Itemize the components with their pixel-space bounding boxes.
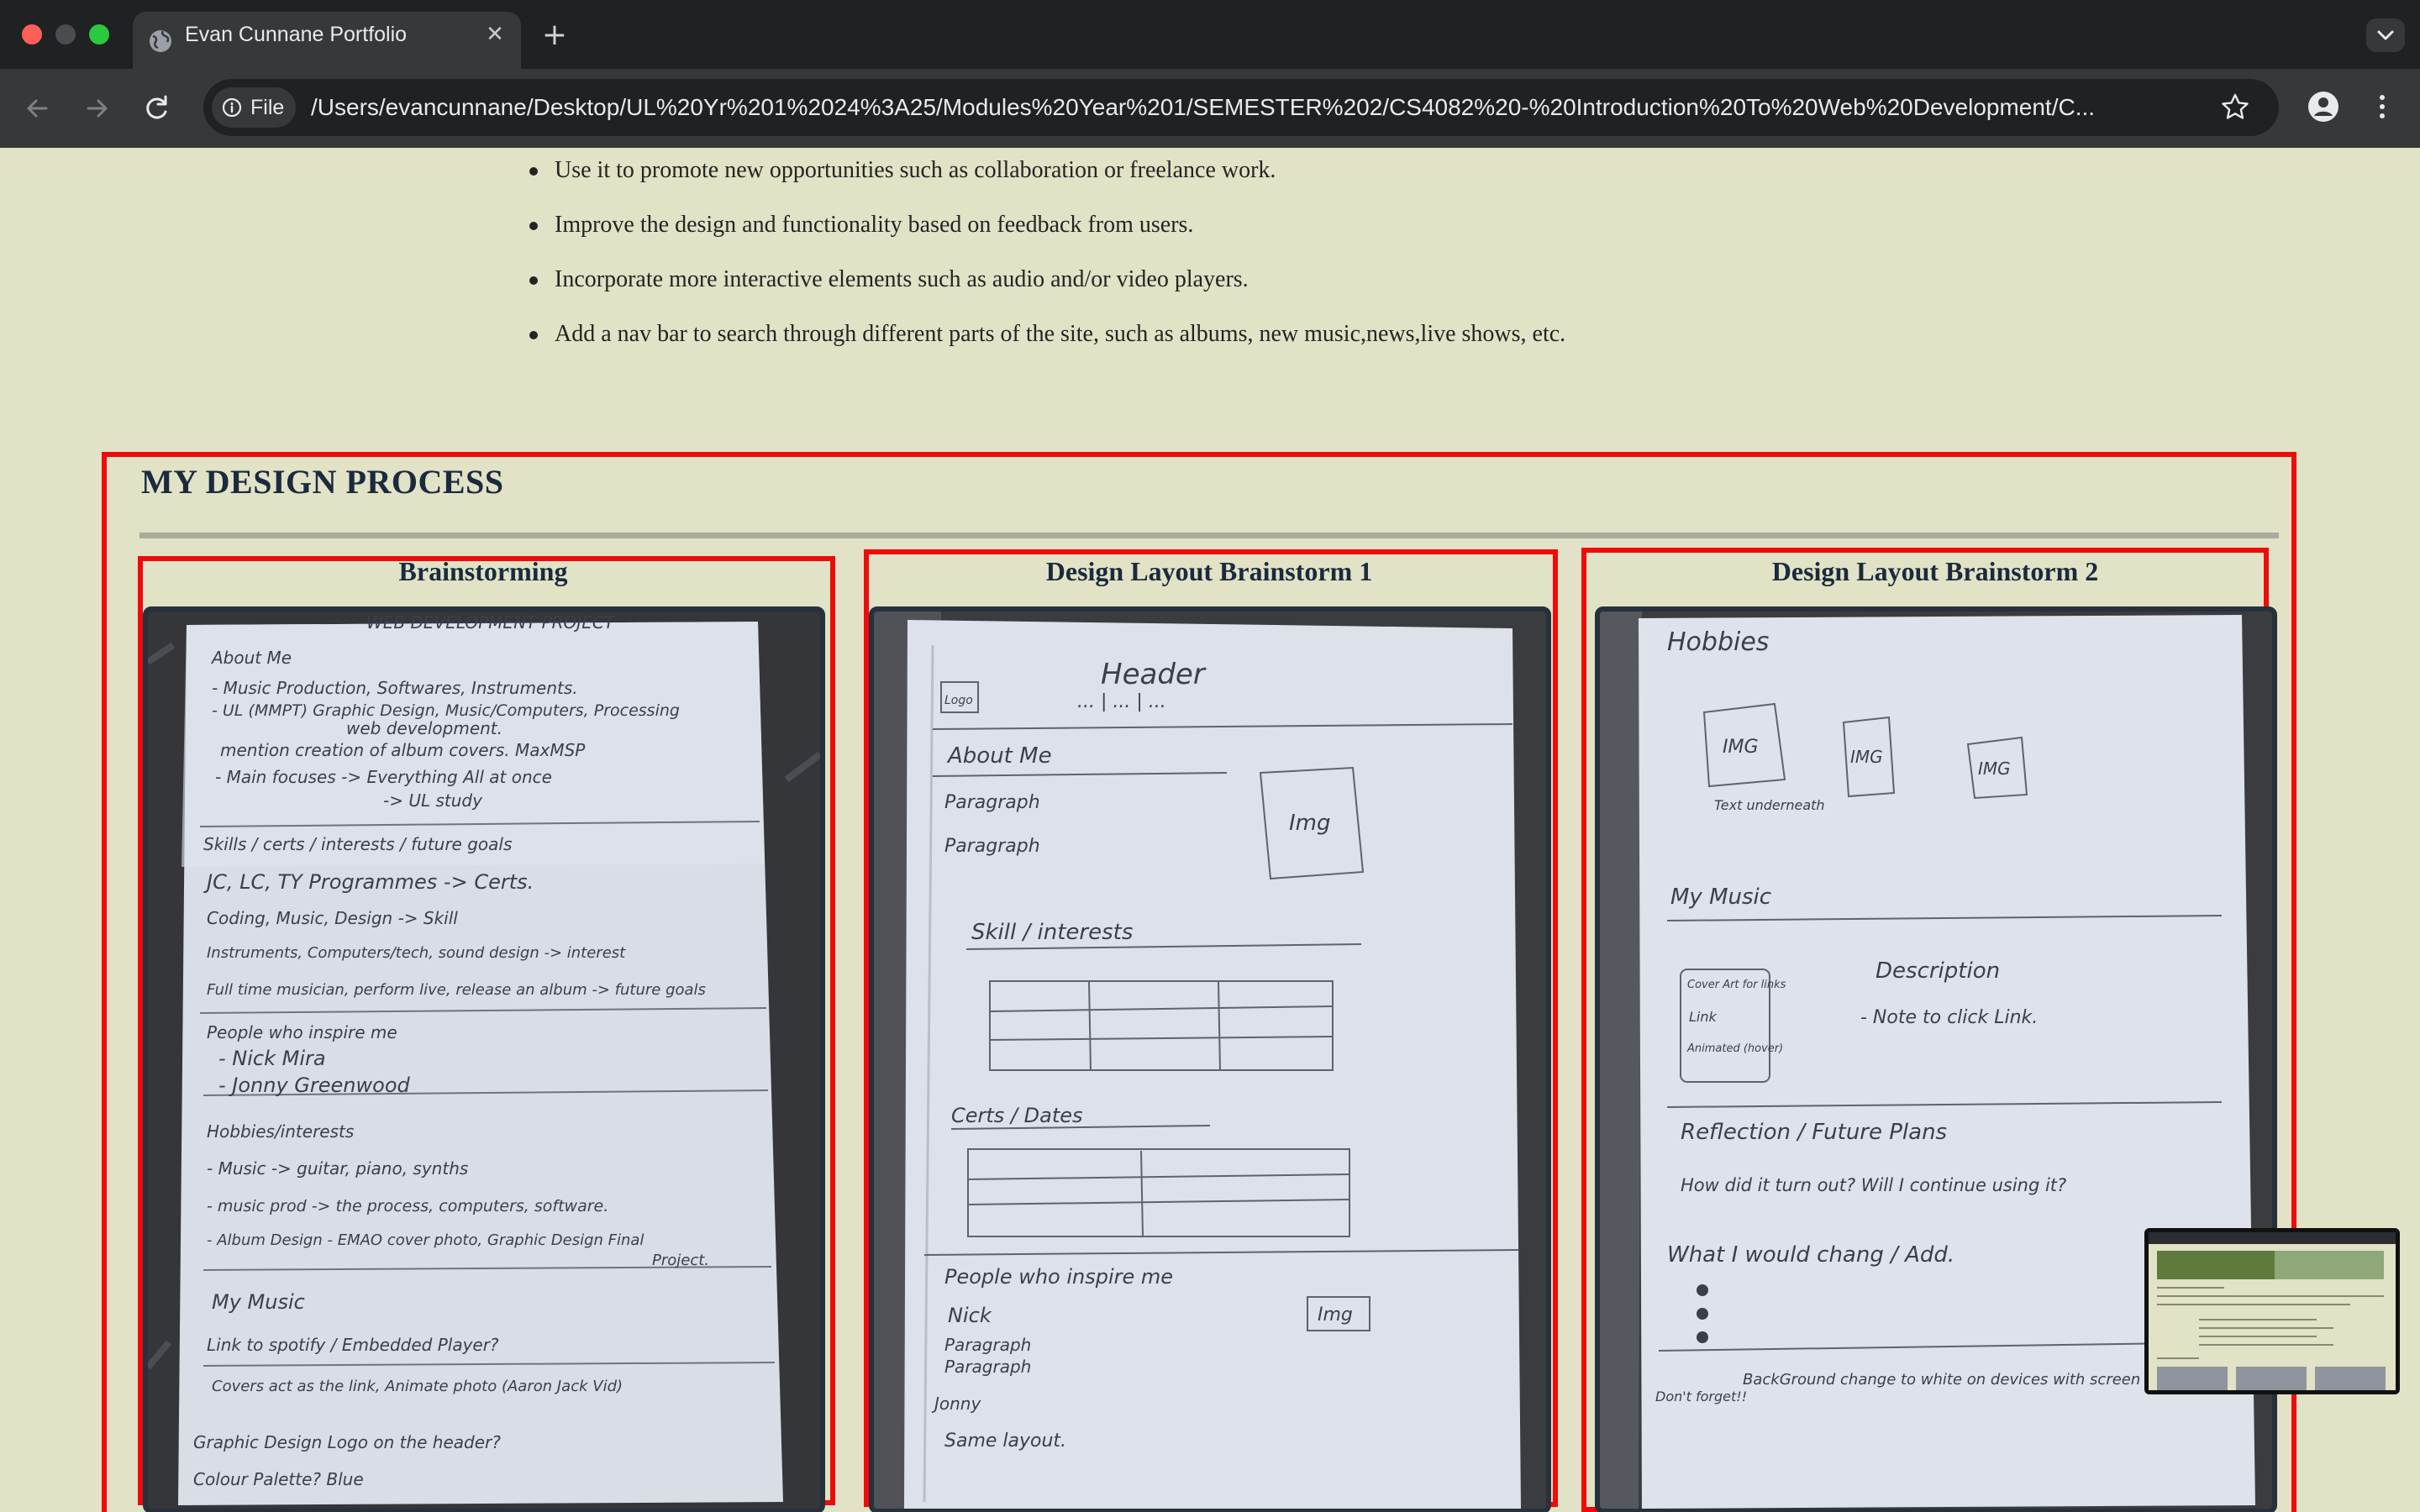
sketch-text: - music prod -> the process, computers, …: [207, 1197, 608, 1215]
sketch-text: People who inspire me: [944, 1265, 1173, 1289]
sketch-text: - Album Design - EMAO cover photo, Graph…: [207, 1231, 644, 1249]
card-title-layout-1: Design Layout Brainstorm 1: [1045, 556, 1373, 586]
url-text[interactable]: /Users/evancunnane/Desktop/UL%20Yr%201%2…: [311, 79, 2118, 136]
sketch-text: - Note to click Link.: [1860, 1007, 2038, 1028]
sketch-text: Paragraph: [944, 836, 1040, 857]
future-plans-list: Use it to promote new opportunities such…: [526, 148, 1565, 366]
sketch-text: Colour Palette? Blue: [193, 1469, 364, 1489]
sketch-text: My Music: [1670, 885, 1771, 910]
sketch-text: People who inspire me: [207, 1022, 397, 1042]
card-title-brainstorming: Brainstorming: [398, 556, 568, 586]
card-title-layout-2: Design Layout Brainstorm 2: [1771, 556, 2099, 586]
sketch-text: IMG: [1850, 747, 1883, 767]
sketch-text: About Me: [210, 648, 292, 668]
sketch-text: What I would chang / Add.: [1667, 1242, 1954, 1268]
sketch-text: Don't forget!!: [1655, 1389, 1747, 1404]
reload-icon[interactable]: [138, 89, 176, 128]
sketch-text: Animated (hover): [1686, 1042, 1783, 1055]
sketch-text: ... | ... | ...: [1077, 691, 1166, 712]
sketch-text: Text underneath: [1714, 797, 1825, 813]
sketch-text: Paragraph: [944, 792, 1040, 813]
sketch-text: JC, LC, TY Programmes -> Certs.: [203, 870, 534, 894]
sketch-text: mention creation of album covers. MaxMSP: [220, 740, 586, 760]
list-item: Incorporate more interactive elements su…: [526, 257, 1565, 312]
sketch-text: - Music Production, Softwares, Instrumen…: [212, 678, 578, 698]
sketch-text: web development.: [346, 718, 502, 738]
info-icon: [222, 97, 242, 118]
globe-icon: [150, 30, 171, 52]
close-window-button[interactable]: [22, 24, 42, 45]
star-icon[interactable]: [2218, 91, 2252, 124]
sketch-text: IMG: [1723, 737, 1759, 758]
site-info-chip[interactable]: File: [212, 87, 296, 128]
screenshot-thumbnail[interactable]: [2144, 1228, 2400, 1394]
thumbnail-preview-image: [2149, 1232, 2396, 1390]
chevron-down-icon: [2377, 30, 2394, 40]
brainstorming-sketch-image: WEB DEVELOPMENT PROJECT About Me - Music…: [143, 606, 825, 1512]
sketch-text: Link to spotify / Embedded Player?: [207, 1335, 499, 1355]
sketch-text: Graphic Design Logo on the header?: [193, 1432, 501, 1452]
sketch-text: Logo: [944, 694, 973, 707]
sketch-text: Full time musician, perform live, releas…: [207, 981, 706, 999]
sketch-text: Paragraph: [944, 1335, 1031, 1355]
close-tab-icon[interactable]: ✕: [481, 20, 509, 49]
sketch-text: Same layout.: [944, 1431, 1066, 1452]
browser-toolbar: File /Users/evancunnane/Desktop/UL%20Yr%…: [0, 69, 2420, 148]
address-bar[interactable]: File /Users/evancunnane/Desktop/UL%20Yr%…: [203, 79, 2279, 136]
sketch-text: Certs / Dates: [951, 1104, 1083, 1127]
sketch-text: Cover Art for links: [1687, 979, 1786, 991]
sketch-text: My Music: [212, 1290, 305, 1314]
sketch-text: Paragraph: [944, 1357, 1031, 1377]
scheme-label: File: [250, 96, 285, 119]
sketch-text: Instruments, Computers/tech, sound desig…: [207, 944, 626, 962]
sketch-text: - Nick Mira: [218, 1047, 326, 1070]
sketch-text: Link: [1689, 1009, 1718, 1025]
sketch-text: Jonny: [931, 1394, 981, 1414]
active-tab[interactable]: Evan Cunnane Portfolio ✕: [133, 12, 521, 69]
sketch-text: -> UL study: [383, 790, 483, 811]
section-divider: [139, 533, 2279, 538]
profile-icon[interactable]: [2304, 87, 2343, 126]
sketch-text: Reflection / Future Plans: [1681, 1120, 1947, 1145]
sketch-text: Header: [1101, 658, 1207, 691]
list-item: Use it to promote new opportunities such…: [526, 148, 1565, 202]
back-icon[interactable]: [18, 89, 57, 128]
sketch-text: About Me: [946, 743, 1052, 769]
sketch-text: Coding, Music, Design -> Skill: [207, 908, 458, 928]
sketch-text: - Jonny Greenwood: [218, 1074, 411, 1097]
sketch-text: Project.: [652, 1252, 709, 1269]
sketch-text: Covers act as the link, Animate photo (A…: [212, 1378, 623, 1395]
sketch-text: Nick: [948, 1304, 992, 1327]
sketch-text: - UL (MMPT) Graphic Design, Music/Comput…: [212, 701, 680, 720]
tab-search-button[interactable]: [2366, 18, 2405, 52]
new-tab-button[interactable]: +: [538, 18, 571, 52]
sketch-text: Description: [1876, 958, 2000, 984]
tab-title: Evan Cunnane Portfolio: [185, 23, 408, 46]
list-item: Add a nav bar to search through differen…: [526, 312, 1565, 366]
menu-icon[interactable]: [2368, 87, 2396, 126]
minimize-window-button[interactable]: [55, 24, 76, 45]
sketch-text: Hobbies/interests: [207, 1121, 354, 1142]
sketch-text: IMG: [1978, 759, 2011, 779]
section-title: MY DESIGN PROCESS: [141, 463, 504, 501]
browser-tab-strip: Evan Cunnane Portfolio ✕ +: [0, 0, 2420, 69]
sketch-text: Skills / certs / interests / future goal…: [203, 834, 512, 854]
sketch-text: - Music -> guitar, piano, synths: [207, 1158, 468, 1179]
sketch-text: - Main focuses -> Everything All at once: [215, 767, 552, 787]
sketch-text: Img: [1289, 811, 1331, 836]
list-item: Improve the design and functionality bas…: [526, 202, 1565, 257]
sketch-text: WEB DEVELOPMENT PROJECT: [366, 612, 616, 633]
layout-1-sketch-image: Header ... | ... | ... Logo About Me Par…: [869, 606, 1551, 1512]
sketch-text: Hobbies: [1667, 627, 1769, 657]
zoom-window-button[interactable]: [89, 24, 109, 45]
sketch-text: Img: [1318, 1305, 1353, 1326]
sketch-text: How did it turn out? Will I continue usi…: [1681, 1175, 2066, 1195]
sketch-text: Skill / interests: [971, 920, 1133, 945]
forward-icon[interactable]: [77, 89, 116, 128]
